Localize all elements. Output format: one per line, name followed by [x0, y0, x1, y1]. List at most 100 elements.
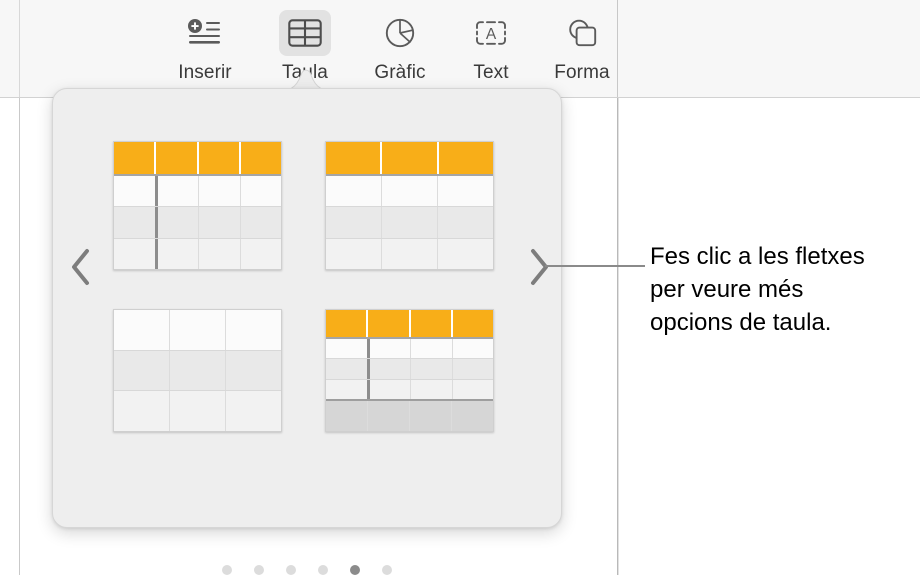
table-style-gallery	[53, 89, 561, 575]
table-body-row	[326, 207, 493, 239]
header-cell	[382, 142, 439, 174]
insert-icon	[185, 18, 225, 48]
toolbar-label-insert: Inserir	[178, 62, 232, 83]
header-cell	[156, 142, 199, 174]
toolbar-button-shape[interactable]: Forma	[534, 10, 630, 90]
header-cell	[198, 142, 241, 174]
body-cell	[370, 379, 411, 399]
body-cell	[158, 176, 199, 207]
table-footer-row	[326, 398, 493, 431]
gallery-previous-button[interactable]	[59, 237, 103, 297]
page-dot-5[interactable]	[350, 565, 360, 575]
body-cell	[170, 350, 226, 391]
body-cell	[114, 350, 170, 391]
body-cell	[438, 176, 493, 206]
body-cell	[241, 207, 282, 237]
table-style-3[interactable]	[113, 309, 282, 432]
body-cell	[370, 359, 411, 379]
header-cell	[326, 142, 383, 174]
table-body-row	[114, 207, 282, 239]
body-cell	[411, 379, 453, 399]
footer-cell	[452, 401, 493, 431]
table-style-1[interactable]	[113, 141, 282, 270]
header-cell	[438, 142, 493, 174]
table-style-4[interactable]	[325, 309, 494, 432]
toolbar-label-chart: Gràfic	[374, 62, 426, 83]
page-dot-6[interactable]	[382, 565, 392, 575]
table-body-row	[326, 379, 494, 399]
body-cell	[411, 339, 453, 359]
toolbar-label-table: Taula	[282, 62, 328, 83]
toolbar-label-text: Text	[473, 62, 509, 83]
document-right-edge-shadow	[618, 97, 619, 575]
callout-line-3: opcions de taula.	[650, 309, 832, 336]
callout-line-1: Fes clic a les fletxes	[650, 243, 865, 270]
toolbar-button-table[interactable]: Taula	[257, 10, 353, 90]
gallery-next-button[interactable]	[517, 237, 561, 297]
page-dot-2[interactable]	[254, 565, 264, 575]
body-cell	[438, 239, 493, 269]
header-cell	[114, 142, 157, 174]
table-header-row	[326, 142, 493, 176]
body-cell	[453, 380, 494, 399]
table-style-popover	[52, 88, 562, 575]
body-cell	[199, 207, 241, 238]
body-cell	[114, 176, 158, 207]
chevron-right-icon	[526, 246, 552, 288]
table-icon	[288, 18, 322, 48]
text-box-icon: A	[471, 19, 511, 47]
page-dot-3[interactable]	[286, 565, 296, 575]
text-iconbox: A	[465, 10, 517, 56]
body-cell	[326, 207, 382, 238]
callout-text: Fes clic a les fletxes per veure més opc…	[650, 240, 920, 339]
body-cell	[382, 207, 438, 238]
body-cell	[411, 359, 453, 379]
table-header-row	[326, 310, 493, 339]
table-body-row	[114, 391, 281, 432]
page-dot-4[interactable]	[318, 565, 328, 575]
body-cell	[382, 238, 438, 269]
chevron-left-icon	[68, 246, 94, 288]
svg-text:A: A	[486, 26, 497, 43]
toolbar-button-text[interactable]: A Text	[443, 10, 539, 90]
page-dot-1[interactable]	[222, 565, 232, 575]
shape-iconbox	[556, 10, 608, 56]
body-cell	[438, 207, 493, 237]
table-body-row	[114, 238, 282, 269]
body-cell	[326, 339, 370, 359]
body-cell	[199, 176, 241, 207]
footer-cell	[410, 400, 452, 431]
table-body-row	[114, 176, 281, 208]
body-cell	[326, 238, 382, 269]
header-cell	[326, 310, 369, 337]
toolbar-left-edge	[19, 0, 20, 97]
body-cell	[170, 391, 226, 432]
table-body-row	[114, 310, 281, 351]
insert-iconbox	[179, 10, 231, 56]
body-cell	[226, 351, 281, 391]
table-body-row	[326, 238, 493, 269]
toolbar: Inserir Taula Gràfic A Text Forma	[0, 0, 920, 98]
footer-cell	[326, 400, 368, 431]
shapes-icon	[565, 17, 599, 49]
body-cell	[226, 391, 281, 431]
toolbar-button-chart[interactable]: Gràfic	[352, 10, 448, 90]
gallery-pagination	[53, 565, 561, 575]
body-cell	[114, 238, 158, 269]
body-cell	[241, 239, 282, 269]
toolbar-label-shape: Forma	[554, 62, 610, 83]
body-cell	[170, 310, 226, 350]
body-cell	[114, 207, 158, 238]
toolbar-button-insert[interactable]: Inserir	[157, 10, 253, 90]
body-cell	[158, 207, 199, 238]
table-iconbox-selected	[279, 10, 331, 56]
chart-pie-icon	[384, 17, 416, 49]
table-body-row	[326, 176, 493, 208]
table-style-2[interactable]	[325, 141, 494, 270]
footer-cell	[368, 400, 410, 431]
body-cell	[370, 339, 411, 359]
document-left-edge	[19, 97, 20, 575]
app-window: Inserir Taula Gràfic A Text Forma Fes cl…	[0, 0, 920, 575]
body-cell	[114, 310, 170, 350]
body-cell	[158, 238, 199, 269]
